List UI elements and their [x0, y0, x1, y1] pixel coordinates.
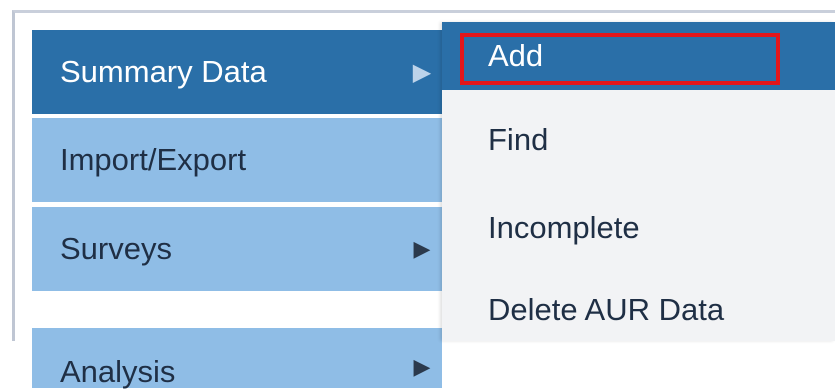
submenu-item-add[interactable]: Add — [442, 22, 835, 90]
chevron-right-icon: ▶ — [413, 354, 431, 379]
main-menu: Summary Data ▶ Import/Export Surveys ▶ A… — [32, 30, 442, 389]
menu-item-analysis[interactable]: Analysis ▶ — [32, 328, 442, 389]
submenu-item-incomplete[interactable]: Incomplete — [442, 198, 835, 258]
submenu-item-delete-aur-data[interactable]: Delete AUR Data — [442, 280, 835, 340]
submenu-item-label: Delete AUR Data — [488, 292, 725, 327]
menu-item-surveys[interactable]: Surveys ▶ — [32, 207, 442, 291]
menu-item-label: Import/Export — [60, 142, 247, 177]
chevron-right-icon: ▶ — [412, 58, 432, 86]
menu-item-label: Surveys — [60, 231, 172, 266]
submenu-item-label: Incomplete — [488, 210, 640, 245]
summary-data-submenu: Add Find Incomplete Delete AUR Data — [442, 22, 835, 341]
chevron-right-icon: ▶ — [413, 236, 431, 261]
menu-item-summary-data[interactable]: Summary Data ▶ — [32, 30, 442, 114]
menu-item-label: Summary Data — [60, 54, 267, 89]
submenu-item-label: Find — [488, 122, 549, 157]
menu-item-import-export[interactable]: Import/Export — [32, 118, 442, 202]
submenu-item-label: Add — [488, 38, 544, 73]
submenu-item-find[interactable]: Find — [442, 110, 835, 170]
menu-item-label: Analysis — [60, 354, 176, 389]
